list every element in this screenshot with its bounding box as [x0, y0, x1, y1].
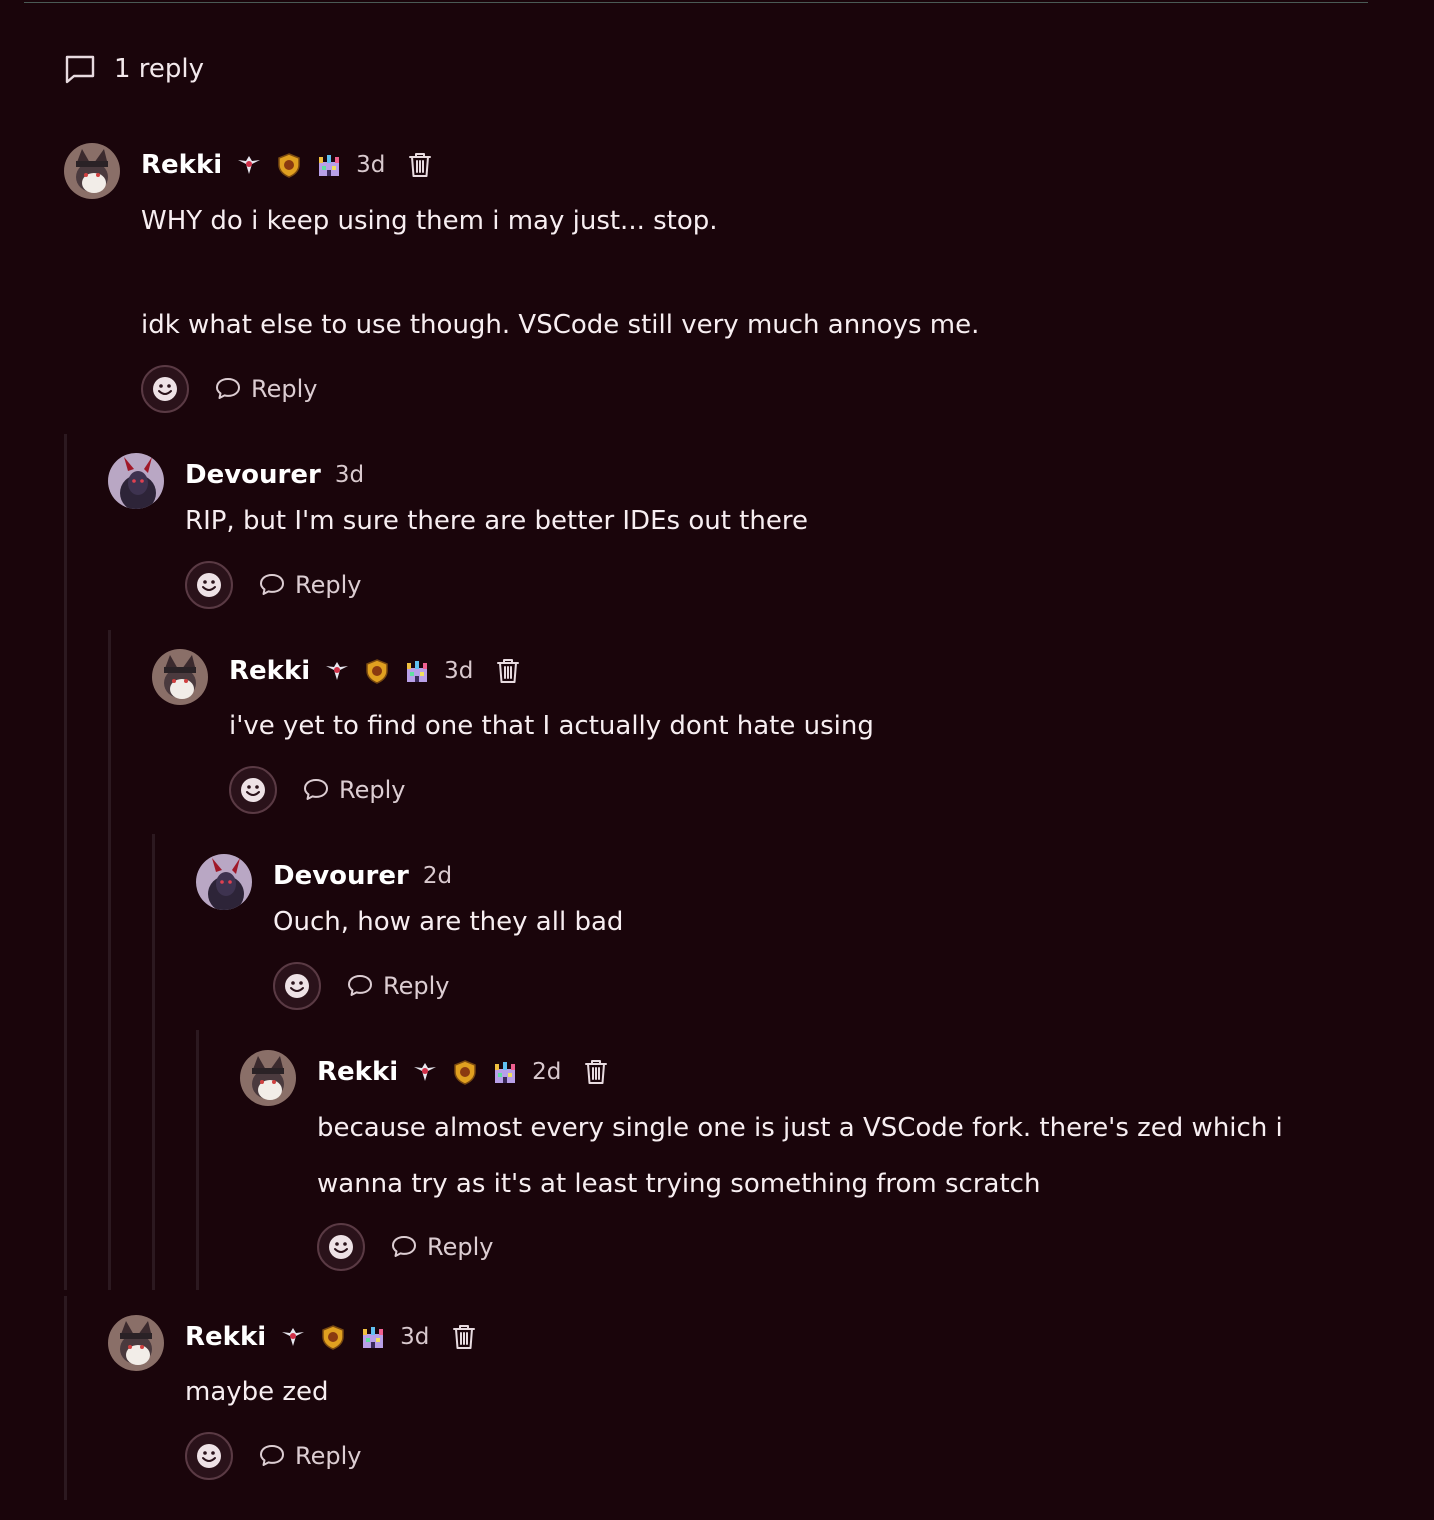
- comment: Devourer 2d Ouch, how are they all bad R…: [196, 854, 1396, 1024]
- comment-body: WHY do i keep using them i may just... s…: [141, 195, 979, 351]
- reply-button-label: Reply: [427, 1233, 494, 1261]
- avatar[interactable]: [108, 453, 164, 509]
- timestamp: 2d: [532, 1059, 562, 1085]
- add-reaction-button[interactable]: [317, 1223, 365, 1271]
- winged-emblem-badge: [236, 152, 262, 178]
- thread-line: [152, 834, 155, 1290]
- winged-emblem-badge: [280, 1324, 306, 1350]
- reply-button[interactable]: Reply: [259, 571, 361, 599]
- thread-line: [108, 630, 111, 1290]
- comment-body: RIP, but I'm sure there are better IDEs …: [185, 503, 808, 539]
- winged-emblem-badge: [324, 658, 350, 684]
- comment-text-line: WHY do i keep using them i may just... s…: [141, 206, 718, 236]
- timestamp: 2d: [422, 863, 453, 889]
- add-reaction-button[interactable]: [185, 561, 233, 609]
- timestamp: 3d: [334, 462, 365, 488]
- trash-icon[interactable]: [407, 151, 433, 179]
- trash-icon[interactable]: [495, 657, 521, 685]
- timestamp: 3d: [444, 658, 474, 684]
- comment-bubble-icon: [64, 54, 96, 84]
- author-name[interactable]: Rekki: [229, 656, 310, 686]
- avatar[interactable]: [108, 1315, 164, 1371]
- reply-button[interactable]: Reply: [259, 1442, 361, 1470]
- comment-body: i've yet to find one that I actually don…: [229, 708, 874, 744]
- reply-button-label: Reply: [251, 375, 318, 403]
- shield-badge: [276, 152, 302, 178]
- smiley-icon: [285, 974, 309, 998]
- trash-icon[interactable]: [583, 1058, 609, 1086]
- reply-button[interactable]: Reply: [347, 972, 449, 1000]
- author-name[interactable]: Rekki: [317, 1057, 398, 1087]
- add-reaction-button[interactable]: [229, 766, 277, 814]
- reply-button-label: Reply: [383, 972, 450, 1000]
- speech-bubble-icon: [260, 1445, 284, 1466]
- reply-button[interactable]: Reply: [215, 375, 317, 403]
- trash-icon[interactable]: [451, 1323, 477, 1351]
- smiley-icon: [241, 778, 265, 802]
- reply-button[interactable]: Reply: [391, 1233, 493, 1261]
- top-divider: [24, 2, 1368, 3]
- comment: Rekki 3d i've yet to find one that I act…: [152, 649, 1382, 819]
- avatar[interactable]: [196, 854, 252, 910]
- author-name[interactable]: Devourer: [185, 460, 321, 490]
- comment-text-line: i've yet to find one that I actually don…: [229, 711, 874, 741]
- reply-count-toggle[interactable]: 1 reply: [64, 52, 204, 86]
- comment-text-line: RIP, but I'm sure there are better IDEs …: [185, 506, 808, 536]
- comment: Devourer 3d RIP, but I'm sure there are …: [108, 453, 1358, 623]
- shield-badge: [364, 658, 390, 684]
- author-name[interactable]: Rekki: [141, 150, 222, 180]
- comment: Rekki 3d WHY do i keep using them i may …: [64, 143, 1364, 423]
- timestamp: 3d: [400, 1324, 430, 1350]
- reply-button-label: Reply: [295, 1442, 362, 1470]
- comment-text-line: Ouch, how are they all bad: [273, 907, 624, 937]
- thread-line: [196, 1030, 199, 1290]
- smiley-icon: [329, 1235, 353, 1259]
- avatar[interactable]: [64, 143, 120, 199]
- comment-text-line: idk what else to use though. VSCode stil…: [141, 310, 980, 340]
- reply-button[interactable]: Reply: [303, 776, 405, 804]
- speech-bubble-icon: [260, 574, 284, 595]
- speech-bubble-icon: [304, 779, 328, 800]
- avatar[interactable]: [152, 649, 208, 705]
- avatar[interactable]: [240, 1050, 296, 1106]
- comment: Rekki 2d because almost every single one…: [240, 1050, 1400, 1280]
- add-reaction-button[interactable]: [273, 962, 321, 1010]
- add-reaction-button[interactable]: [141, 365, 189, 413]
- thread-line: [64, 434, 67, 1290]
- comment-text-line: [141, 247, 979, 299]
- rainbow-castle-badge: [492, 1059, 518, 1085]
- rainbow-castle-badge: [404, 658, 430, 684]
- comment: Rekki 3d maybe zed Reply: [108, 1315, 1358, 1485]
- speech-bubble-icon: [348, 975, 372, 996]
- shield-badge: [320, 1324, 346, 1350]
- smiley-icon: [153, 377, 177, 401]
- comment-text-line: maybe zed: [185, 1377, 329, 1407]
- add-reaction-button[interactable]: [185, 1432, 233, 1480]
- speech-bubble-icon: [216, 378, 240, 399]
- shield-badge: [452, 1059, 478, 1085]
- rainbow-castle-badge: [360, 1324, 386, 1350]
- comment-body: because almost every single one is just …: [317, 1100, 1283, 1212]
- comment-text-line: wanna try as it's at least trying someth…: [317, 1169, 1041, 1199]
- reply-button-label: Reply: [295, 571, 362, 599]
- reply-count-label: 1 reply: [114, 54, 205, 84]
- speech-bubble-icon: [392, 1236, 416, 1257]
- comment-body: maybe zed: [185, 1374, 329, 1410]
- reply-button-label: Reply: [339, 776, 406, 804]
- smiley-icon: [197, 573, 221, 597]
- comment-body: Ouch, how are they all bad: [273, 904, 623, 940]
- author-name[interactable]: Devourer: [273, 861, 409, 891]
- smiley-icon: [197, 1444, 221, 1468]
- comment-text-line: because almost every single one is just …: [317, 1113, 1283, 1143]
- rainbow-castle-badge: [316, 152, 342, 178]
- timestamp: 3d: [356, 152, 386, 178]
- winged-emblem-badge: [412, 1059, 438, 1085]
- author-name[interactable]: Rekki: [185, 1322, 266, 1352]
- thread-line: [64, 1296, 67, 1500]
